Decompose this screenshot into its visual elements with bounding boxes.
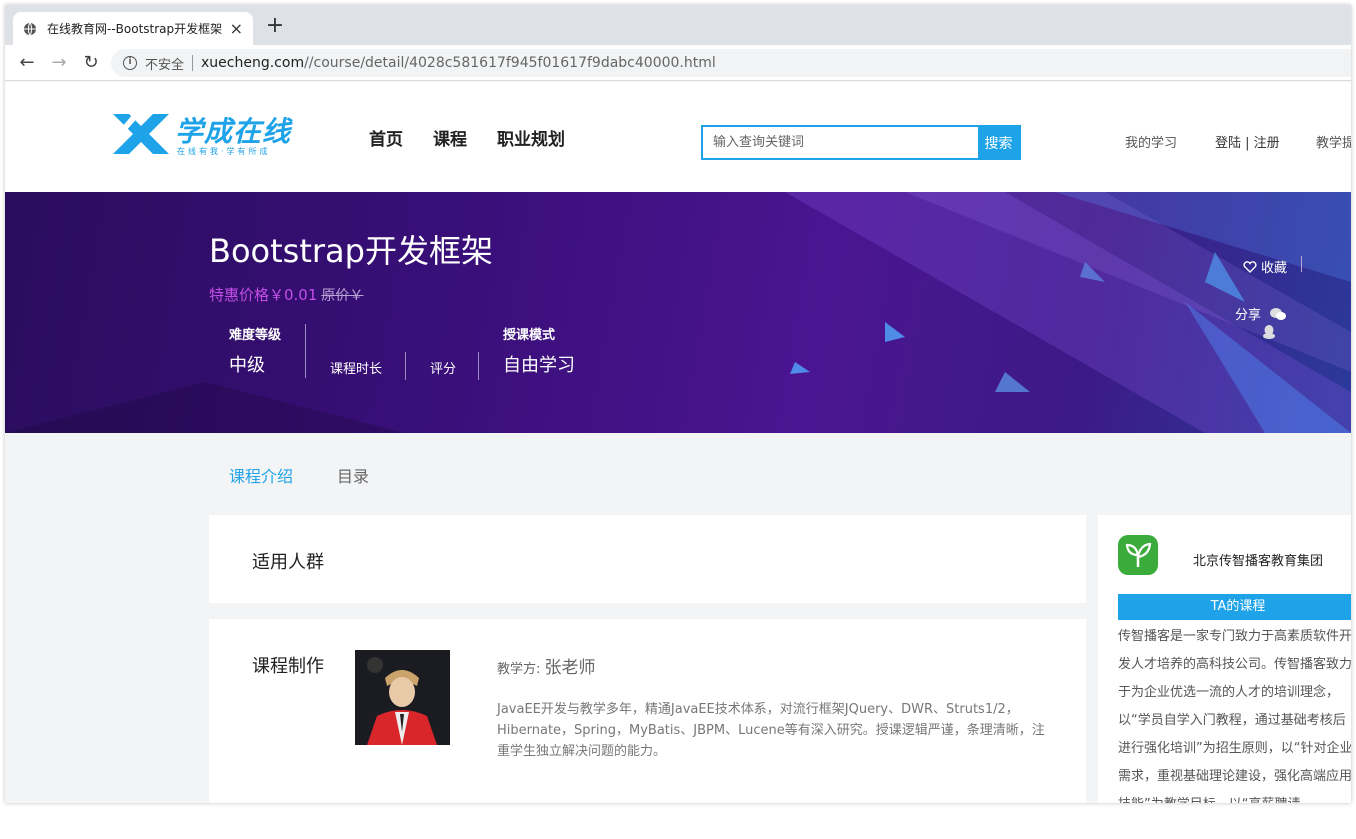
audience-card: 适用人群 [209,515,1086,603]
course-banner: Bootstrap开发框架 特惠价格￥0.01 原价￥ 难度等级 中级 课程时长 … [5,192,1351,433]
share-area: 分享 [1235,304,1287,339]
url-field[interactable]: i 不安全 xuecheng.com //course/detail/4028c… [111,49,1351,77]
difficulty-block: 难度等级 中级 [229,324,281,384]
ta-courses-button[interactable]: TA的课程 [1118,594,1351,620]
mode-value: 自由学习 [503,355,575,376]
search-button[interactable]: 搜索 [978,127,1019,158]
site-logo[interactable]: 学成在线 在线有我·学有所成 [111,110,311,160]
main-nav: 首页 课程 职业规划 [369,125,565,150]
search-box: 搜索 [701,125,1021,160]
heart-icon [1243,261,1257,273]
url-host: xuecheng.com [201,55,305,71]
author-heading: 课程制作 [252,656,324,677]
info-icon[interactable]: i [123,56,137,70]
nav-courses[interactable]: 课程 [433,125,467,150]
logo-text: 学成在线 [175,115,292,148]
teacher-name: 张老师 [544,658,596,678]
tab-intro[interactable]: 课程介绍 [229,463,293,487]
org-card: 北京传智播客教育集团 TA的课程 传智播客是一家专门致力于高素质软件开发人才培养… [1098,515,1351,803]
rating-label: 评分 [430,362,457,377]
price-line: 特惠价格￥0.01 原价￥ [209,284,363,305]
teacher-photo [355,650,450,745]
browser-window: 在线教育网--Bootstrap开发框架 × + ← → ↻ i 不安全 xue… [5,5,1351,803]
difficulty-label: 难度等级 [229,328,282,343]
tab-bar: 在线教育网--Bootstrap开发框架 × + [5,5,1351,45]
duration-label: 课程时长 [330,362,383,377]
back-button[interactable]: ← [17,53,37,73]
site-header: 学成在线 在线有我·学有所成 首页 课程 职业规划 搜索 我的学习 登陆 | 注… [5,82,1351,192]
teacher-avatar [355,650,450,745]
audience-heading: 适用人群 [252,552,324,573]
mode-label: 授课模式 [503,328,556,343]
divider [305,324,306,378]
logo-x-icon [113,114,169,154]
divider [478,352,479,380]
banner-decoration [5,192,1351,433]
reload-button[interactable]: ↻ [81,53,101,73]
rating-block: 评分 [430,358,456,418]
course-tabs: 课程介绍 目录 [229,463,369,487]
divider [405,352,406,380]
teach-link[interactable]: 教学提 [1316,132,1351,151]
difficulty-value: 中级 [229,355,265,376]
favorite-button[interactable]: 收藏 [1243,257,1287,276]
globe-icon [24,22,36,35]
close-icon[interactable]: × [230,19,243,38]
teacher-prefix: 教学方: [497,662,545,677]
teacher-line: 教学方: 张老师 [497,653,596,678]
security-label: 不安全 [145,57,185,73]
address-bar: ← → ↻ i 不安全 xuecheng.com //course/detail… [5,45,1351,81]
favorite-label: 收藏 [1261,261,1288,276]
teacher-bio: JavaEE开发与教学多年，精通JavaEE技术体系，对流行框架JQuery、D… [497,702,1045,759]
sale-price: 特惠价格￥0.01 [209,286,318,304]
nav-home[interactable]: 首页 [369,125,403,150]
search-input[interactable] [703,127,978,158]
my-study-link[interactable]: 我的学习 [1125,132,1177,151]
course-title: Bootstrap开发框架 [209,232,493,270]
login-register-link[interactable]: 登陆 | 注册 [1215,132,1280,151]
divider [192,55,194,71]
duration-block: 课程时长 [330,358,382,418]
qq-icon[interactable] [1261,324,1277,340]
tab-title: 在线教育网--Bootstrap开发框架 [47,22,223,36]
org-description: 传智播客是一家专门致力于高素质软件开发人才培养的高科技公司。传智播客致力于为企业… [1118,629,1351,803]
divider [1301,256,1302,272]
author-card: 课程制作 教学方: 张老师 JavaEE开发与教学多年，精通JavaEE技术体系… [209,619,1086,803]
new-tab-button[interactable]: + [263,15,287,39]
original-price: 原价￥ [321,288,364,304]
wechat-icon[interactable] [1269,307,1287,321]
tab-catalog[interactable]: 目录 [337,463,369,487]
mode-block: 授课模式 自由学习 [503,324,575,384]
org-logo [1118,535,1158,575]
nav-career[interactable]: 职业规划 [497,125,565,150]
org-name: 北京传智播客教育集团 [1193,554,1324,569]
leaf-icon [1125,542,1152,567]
forward-button[interactable]: → [49,53,69,73]
share-label: 分享 [1235,308,1262,323]
url-path: //course/detail/4028c581617f945f01617f9d… [304,55,716,71]
browser-tab[interactable]: 在线教育网--Bootstrap开发框架 × [13,12,253,45]
logo-subtitle: 在线有我·学有所成 [177,147,271,156]
